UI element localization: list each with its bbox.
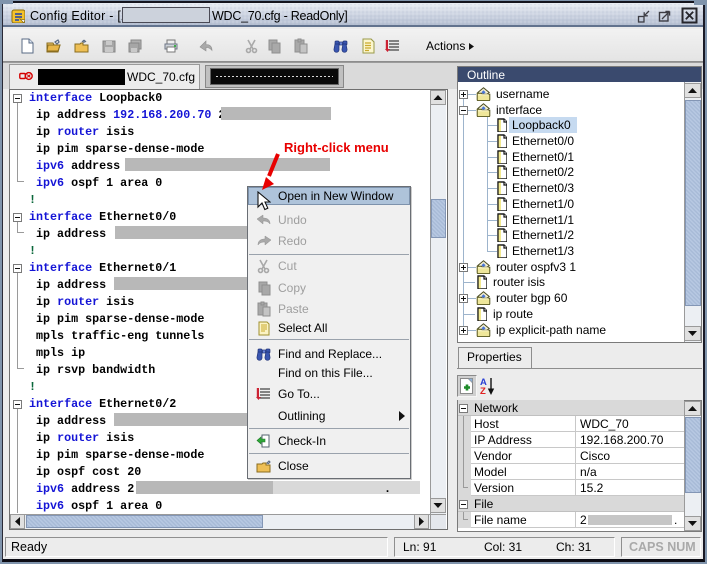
svg-text:Z: Z xyxy=(480,386,486,397)
